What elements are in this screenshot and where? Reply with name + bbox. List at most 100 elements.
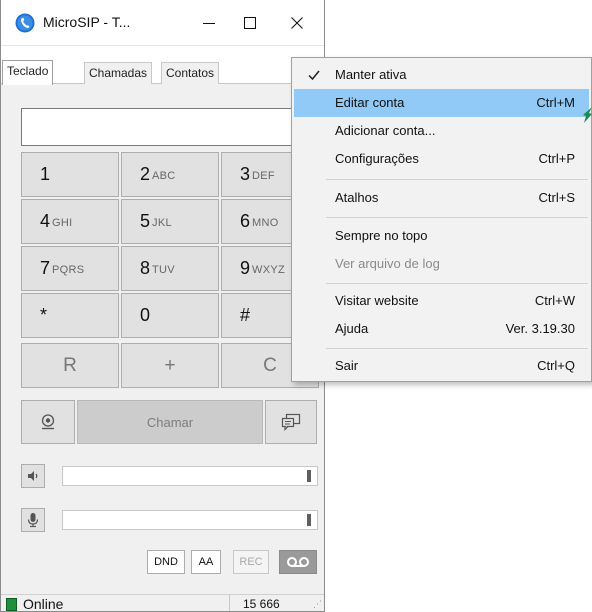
mic-volume-slider[interactable] (62, 510, 318, 530)
key-letters: DEF (252, 169, 275, 182)
key-digit: 9 (240, 258, 251, 278)
call-label: Chamar (146, 414, 194, 430)
voicemail-button[interactable] (279, 550, 317, 574)
tab-teclado[interactable]: Teclado (2, 60, 54, 85)
menu-item-label: Ajuda (335, 321, 369, 336)
menu-item-editar-conta[interactable]: Editar conta Ctrl+M (294, 89, 589, 117)
record-button[interactable]: REC (233, 550, 269, 574)
aa-label: AA (198, 556, 214, 568)
webcam-icon (41, 414, 55, 430)
voicemail-icon (287, 557, 309, 567)
menu-item-label: Adicionar conta... (335, 123, 436, 138)
dnd-button[interactable]: DND (147, 550, 185, 574)
key-letters: TUV (152, 263, 175, 276)
tab-chamadas[interactable]: Chamadas (84, 62, 153, 84)
menu-separator (326, 179, 588, 180)
menu-item-ver-arquivo-de-log: Ver arquivo de log (294, 250, 589, 278)
rec-label: REC (239, 556, 263, 568)
number-input[interactable] (21, 108, 321, 146)
window-title: MicroSIP - T... (43, 14, 131, 30)
menu-item-shortcut: Ctrl+M (536, 95, 575, 110)
key-letters: ABC (152, 169, 176, 182)
plus-label: + (164, 354, 176, 376)
dialpad-panel: 1 2 ABC 3 DEF 4 GHI 5 JKL 6 MNO 7 PQRS 8 TUV 9W… (1, 84, 324, 594)
mic-volume-thumb[interactable] (307, 514, 311, 526)
key-digit: # (240, 305, 251, 325)
menu-item-shortcut: Ctrl+Q (537, 358, 575, 373)
call-button[interactable]: Chamar (77, 400, 263, 444)
tab-contatos[interactable]: Contatos (161, 62, 220, 84)
menu-separator (326, 283, 588, 284)
key-digit: 3 (240, 164, 251, 184)
menu-item-shortcut: Ctrl+S (538, 190, 575, 205)
key-0[interactable]: 0 (121, 293, 219, 338)
key-digit: 8 (140, 258, 151, 278)
menu-item-atalhos[interactable]: Atalhos Ctrl+S (294, 184, 589, 212)
key-1[interactable]: 1 (21, 152, 119, 197)
menu-separator (326, 217, 588, 218)
microsip-window: MicroSIP - T... Teclado Chamadas Contato… (0, 0, 325, 612)
key-digit: * (40, 305, 48, 325)
redial-button[interactable]: R (21, 343, 119, 388)
message-button[interactable] (265, 400, 317, 444)
key-digit: 5 (140, 211, 151, 231)
plus-button[interactable]: + (121, 343, 219, 388)
key-8[interactable]: 8 TUV (121, 246, 219, 291)
speaker-icon (28, 471, 38, 481)
key-digit: 4 (40, 211, 51, 231)
menu-item-manter-ativa[interactable]: Manter ativa (294, 61, 589, 89)
menu-item-ajuda[interactable]: Ajuda Ver. 3.19.30 (294, 315, 589, 343)
video-call-button[interactable] (21, 400, 75, 444)
minimize-button[interactable] (186, 0, 232, 46)
key-digit: 6 (240, 211, 251, 231)
speaker-mute-button[interactable] (21, 464, 45, 488)
key-letters: PQRS (52, 263, 85, 276)
key-letters: JKL (152, 216, 172, 229)
key-digit: 1 (40, 164, 51, 184)
minimize-icon (203, 23, 215, 24)
status-text: Online (23, 596, 64, 612)
key-letters: WXYZ (252, 263, 285, 276)
key-5[interactable]: 5 JKL (121, 199, 219, 244)
mic-mute-button[interactable] (21, 508, 45, 532)
menu-item-visitar-website[interactable]: Visitar website Ctrl+W (294, 287, 589, 315)
microphone-icon (27, 513, 39, 528)
speaker-volume-thumb[interactable] (307, 470, 311, 482)
title-bar[interactable]: MicroSIP - T... (1, 0, 324, 46)
chat-icon (281, 413, 301, 431)
tab-label: Teclado (7, 64, 49, 78)
key-2[interactable]: 2 ABC (121, 152, 219, 197)
online-indicator-icon (6, 598, 17, 611)
menu-item-shortcut: Ver. 3.19.30 (505, 321, 575, 336)
menu-item-label: Sempre no topo (335, 228, 428, 243)
menu-item-label: Configurações (335, 151, 419, 166)
menu-item-shortcut: Ctrl+P (538, 151, 575, 166)
clear-label: C (263, 354, 277, 376)
status-count: 15 666 (243, 597, 280, 611)
menu-item-configuracoes[interactable]: Configurações Ctrl+P (294, 145, 589, 173)
menu-separator (326, 348, 588, 349)
maximize-button[interactable] (227, 0, 273, 46)
resize-grip-icon[interactable]: ⋰ (313, 599, 322, 610)
key-star[interactable]: * (21, 293, 119, 338)
status-bar: Online 15 666 ⋰ (1, 594, 324, 612)
key-4[interactable]: 4 GHI (21, 199, 119, 244)
menu-item-sempre-no-topo[interactable]: Sempre no topo (294, 222, 589, 250)
checkmark-icon (308, 70, 320, 81)
mouse-cursor-icon (583, 107, 592, 123)
auto-answer-button[interactable]: AA (191, 550, 221, 574)
key-letters: GHI (52, 216, 73, 229)
speaker-volume-slider[interactable] (62, 466, 318, 486)
menu-item-label: Ver arquivo de log (335, 256, 440, 271)
menu-item-adicionar-conta[interactable]: Adicionar conta... (294, 117, 589, 145)
dnd-label: DND (154, 556, 178, 568)
close-button[interactable] (274, 0, 320, 46)
menu-item-label: Manter ativa (335, 67, 407, 82)
menu-item-sair[interactable]: Sair Ctrl+Q (294, 352, 589, 380)
key-digit: 2 (140, 164, 151, 184)
menu-item-label: Atalhos (335, 190, 379, 205)
status-divider (229, 595, 230, 611)
tab-label: Chamadas (89, 66, 148, 80)
microsip-logo-icon (15, 13, 35, 33)
key-7[interactable]: 7 PQRS (21, 246, 119, 291)
